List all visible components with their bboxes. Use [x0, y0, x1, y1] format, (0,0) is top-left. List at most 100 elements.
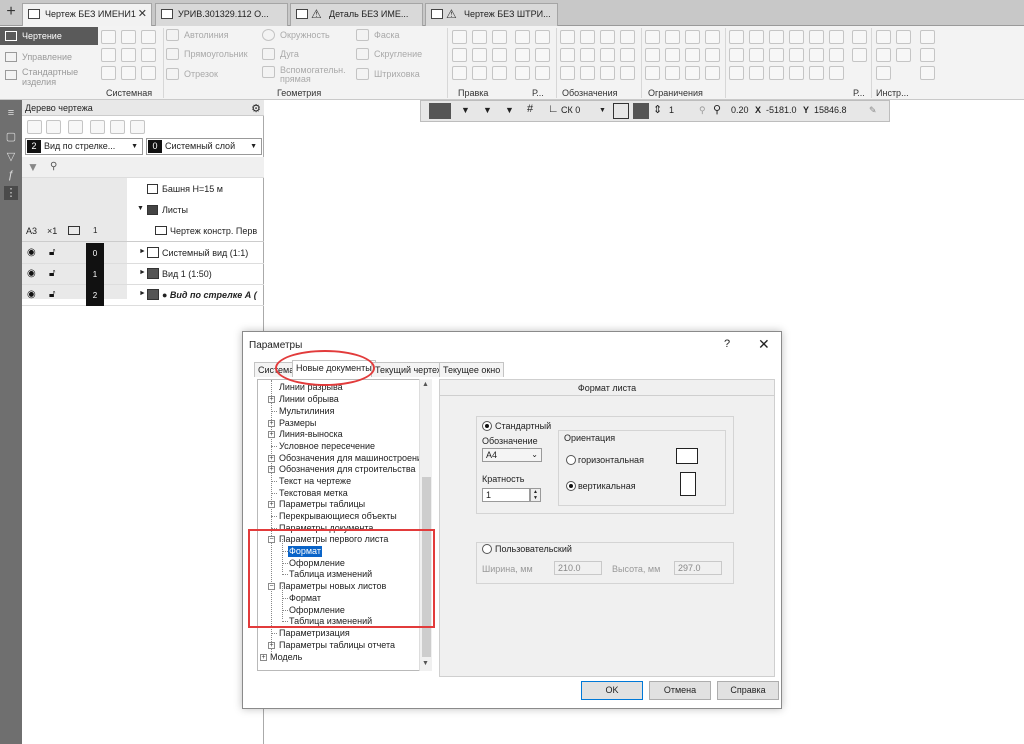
tab-current-window[interactable]: Текущее окно [439, 362, 505, 377]
scroll-up-icon[interactable]: ▲ [422, 381, 429, 388]
param-icon-2[interactable] [749, 30, 764, 44]
constraint-tangent-icon[interactable] [645, 66, 660, 80]
zoom-value[interactable]: 0.20 [731, 105, 749, 115]
chamfer-button[interactable]: Фаска [356, 29, 400, 41]
tool-icon-5[interactable] [876, 66, 891, 80]
dim-angle-icon[interactable] [600, 30, 615, 44]
tree-item-listy[interactable]: ▼ Листы [22, 200, 264, 221]
tree-item-bashnya[interactable]: Башня Н=15 м [22, 179, 264, 200]
mirror-icon[interactable] [452, 48, 467, 62]
round-value[interactable]: 1 [669, 105, 674, 115]
expand-plus-icon[interactable]: + [268, 642, 275, 649]
text-icon[interactable] [560, 30, 575, 44]
eye-icon[interactable]: ◉ [27, 289, 36, 300]
settings-tree-item[interactable]: Модель [270, 652, 302, 663]
tool-icon-2[interactable] [896, 30, 911, 44]
settings-tree-item[interactable]: Параметризация [279, 628, 350, 639]
new-tab-plus-icon[interactable]: + [2, 4, 20, 22]
stretch-icon[interactable] [535, 48, 550, 62]
erase-icon[interactable] [535, 30, 550, 44]
custom-radio[interactable] [482, 544, 492, 554]
filter-icon[interactable]: ▼ [483, 105, 492, 115]
mode-standard-parts[interactable]: Стандартные изделия [0, 66, 98, 88]
coordinate-system-value[interactable]: СК 0 [561, 105, 580, 115]
param-icon-9[interactable] [769, 48, 784, 62]
constraint-symm-icon[interactable] [685, 66, 700, 80]
tree-panel-icon[interactable]: ⋮ [4, 186, 18, 200]
expand-plus-icon[interactable]: + [268, 396, 275, 403]
param-icon-4[interactable] [789, 30, 804, 44]
properties-icon[interactable] [141, 66, 156, 80]
tree-tool-icon-6[interactable] [130, 120, 145, 134]
mode-drafting[interactable]: Чертение [0, 27, 98, 45]
param-icon-3[interactable] [769, 30, 784, 44]
settings-tree-item[interactable]: Обозначения для строительства [279, 464, 416, 475]
split-icon[interactable] [515, 66, 530, 80]
multiplicity-stepper[interactable]: ▲ ▼ [530, 488, 541, 502]
join-icon[interactable] [535, 66, 550, 80]
tree-tool-icon-1[interactable] [27, 120, 42, 134]
constraint-vertical-icon[interactable] [665, 48, 680, 62]
param-icon-19[interactable] [852, 30, 867, 44]
rotate-icon[interactable] [472, 30, 487, 44]
param-icon-14[interactable] [749, 66, 764, 80]
print-icon[interactable] [101, 48, 116, 62]
param-icon-8[interactable] [749, 48, 764, 62]
settings-tree-item[interactable]: Линия-выноска [279, 429, 343, 440]
settings-tree-item[interactable]: Перекрывающиеся объекты [279, 511, 397, 522]
new-doc-icon[interactable] [101, 30, 116, 44]
param-icon-17[interactable] [809, 66, 824, 80]
settings-tree-item[interactable]: Линии обрыва [279, 394, 339, 405]
expand-arrow-icon[interactable]: ► [139, 269, 146, 276]
lock-icon[interactable]: 🔓︎ [49, 268, 55, 279]
help-button[interactable]: Справка [717, 681, 779, 700]
expand-arrow-icon[interactable]: ► [139, 248, 146, 255]
edit-extra-icon[interactable] [515, 30, 530, 44]
settings-tree-item[interactable]: Обозначения для машиностроения [279, 453, 427, 464]
expand-plus-icon[interactable]: + [268, 420, 275, 427]
standard-radio[interactable] [482, 421, 492, 431]
undo-icon[interactable] [101, 66, 116, 80]
axis-icon[interactable] [620, 66, 635, 80]
snap-icon[interactable] [429, 103, 451, 119]
expand-arrow-icon[interactable]: ▼ [137, 205, 144, 212]
open-doc-icon[interactable] [121, 30, 136, 44]
expand-plus-icon[interactable]: + [268, 431, 275, 438]
param-icon-10[interactable] [789, 48, 804, 62]
height-input[interactable]: 297.0 [674, 561, 722, 575]
mode-management[interactable]: Управление [0, 48, 98, 66]
settings-tree-item[interactable]: Текстовая метка [279, 488, 348, 499]
save-icon[interactable] [121, 48, 136, 62]
ortho-icon[interactable] [613, 103, 629, 119]
tree-tool-icon-2[interactable] [46, 120, 61, 134]
scale-icon[interactable] [492, 30, 507, 44]
tool-icon-1[interactable] [876, 30, 891, 44]
doc-tab-spec[interactable]: УРИВ.301329.112 О... [155, 3, 288, 26]
settings-tree-item[interactable]: Параметры таблицы отчета [279, 640, 395, 651]
copy-objects-icon[interactable] [472, 48, 487, 62]
constraint-horizontal-icon[interactable] [685, 30, 700, 44]
constraint-perp-icon[interactable] [665, 30, 680, 44]
properties-panel-icon[interactable]: ▢ [4, 130, 18, 144]
constraint-circle-icon[interactable] [705, 30, 720, 44]
cancel-button[interactable]: Отмена [649, 681, 711, 700]
roughness-icon[interactable] [580, 48, 595, 62]
param-icon-15[interactable] [769, 66, 784, 80]
expand-arrow-icon[interactable]: ► [139, 290, 146, 297]
eye-icon[interactable]: ◉ [27, 268, 36, 279]
zoom-scale-icon[interactable]: ⚲ [713, 103, 721, 116]
doc-tab-part[interactable]: ⚠ Деталь БЕЗ ИМЕ... [290, 3, 423, 26]
expand-plus-icon[interactable]: + [268, 501, 275, 508]
multiplicity-input[interactable]: 1 [482, 488, 530, 502]
tolerance-icon[interactable] [620, 48, 635, 62]
aux-line-button[interactable]: Вспомогательн. прямая [262, 66, 356, 84]
layer-select[interactable]: 0 Системный слой ▼ [146, 138, 262, 155]
segment-button[interactable]: Отрезок [166, 68, 218, 80]
settings-tree-item[interactable]: Текст на чертеже [279, 476, 351, 487]
local-cs-icon[interactable] [633, 103, 649, 119]
fillet-button[interactable]: Скругление [356, 48, 422, 60]
param-icon-1[interactable] [729, 30, 744, 44]
designation-select[interactable]: А4 ⌄ [482, 448, 542, 462]
expand-plus-icon[interactable]: + [260, 654, 267, 661]
tool-icon-4[interactable] [896, 48, 911, 62]
